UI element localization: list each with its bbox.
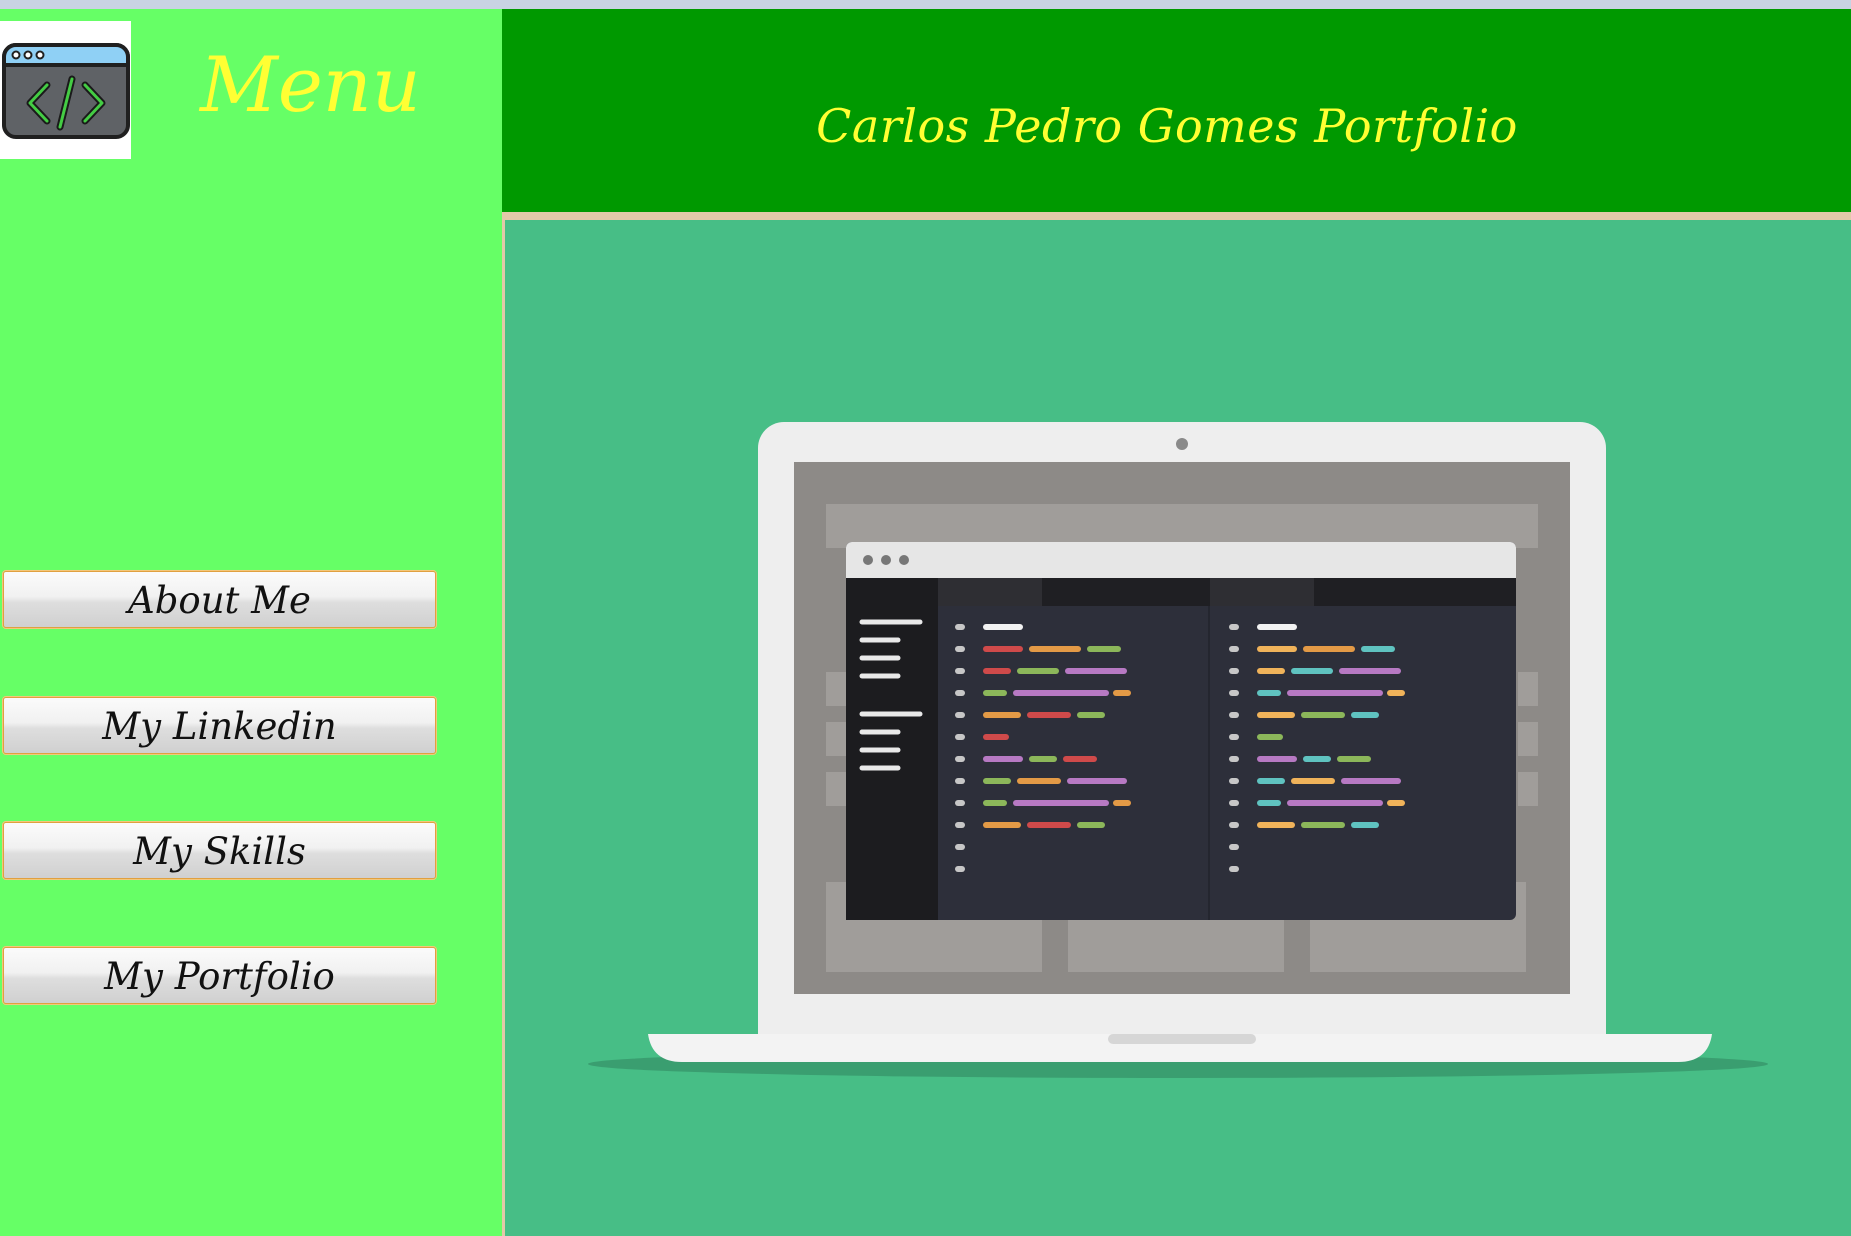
header-divider: [502, 212, 1851, 220]
logo: [0, 21, 131, 159]
code-window-icon: [2, 43, 130, 139]
main-content: [502, 220, 1851, 1236]
page-title: Carlos Pedro Gomes Portfolio: [816, 99, 1518, 153]
window-top-strip: [0, 0, 1851, 9]
sidebar: Menu About Me My Linkedin My Skills My P…: [0, 9, 502, 1236]
my-linkedin-button[interactable]: My Linkedin: [3, 697, 436, 754]
header: Carlos Pedro Gomes Portfolio: [502, 9, 1851, 212]
laptop-code-editor-illustration: [588, 422, 1768, 1078]
about-me-button[interactable]: About Me: [3, 571, 436, 628]
my-skills-button[interactable]: My Skills: [3, 822, 436, 879]
my-portfolio-button[interactable]: My Portfolio: [3, 947, 436, 1004]
menu-title: Menu: [200, 40, 421, 129]
